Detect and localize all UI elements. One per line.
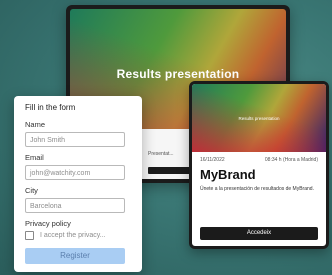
event-meta: 16/11/2022 08:34 h (Hora a Madrid) xyxy=(192,152,326,163)
privacy-checkbox-label: I accept the privacy... xyxy=(40,232,106,239)
desktop-preview-snippet: Presentat... xyxy=(148,151,174,157)
event-time: 08:34 h (Hora a Madrid) xyxy=(264,157,318,163)
email-field[interactable]: john@watchity.com xyxy=(25,165,125,180)
name-field[interactable]: John Smith xyxy=(25,132,125,147)
city-field[interactable]: Barcelona xyxy=(25,198,125,213)
brand-name: MyBrand xyxy=(200,167,256,182)
city-label: City xyxy=(25,186,38,195)
presentation-title: Results presentation xyxy=(116,67,240,81)
register-button[interactable]: Register xyxy=(25,248,125,264)
event-hero-image: Results presentation xyxy=(192,84,326,152)
registration-form: Fill in the form Name John Smith Email j… xyxy=(14,96,142,272)
privacy-checkbox[interactable] xyxy=(25,231,34,240)
privacy-label: Privacy policy xyxy=(25,219,71,228)
privacy-row: I accept the privacy... xyxy=(25,231,131,240)
form-title: Fill in the form xyxy=(25,103,76,112)
mobile-event-card: Results presentation 16/11/2022 08:34 h … xyxy=(189,81,329,249)
access-button[interactable]: Accedeix xyxy=(200,227,318,240)
event-hero-title: Results presentation xyxy=(238,116,280,121)
name-label: Name xyxy=(25,120,46,129)
event-date: 16/11/2022 xyxy=(200,157,225,163)
event-description: Únete a la presentación de resultados de… xyxy=(200,186,314,192)
email-label: Email xyxy=(25,153,44,162)
